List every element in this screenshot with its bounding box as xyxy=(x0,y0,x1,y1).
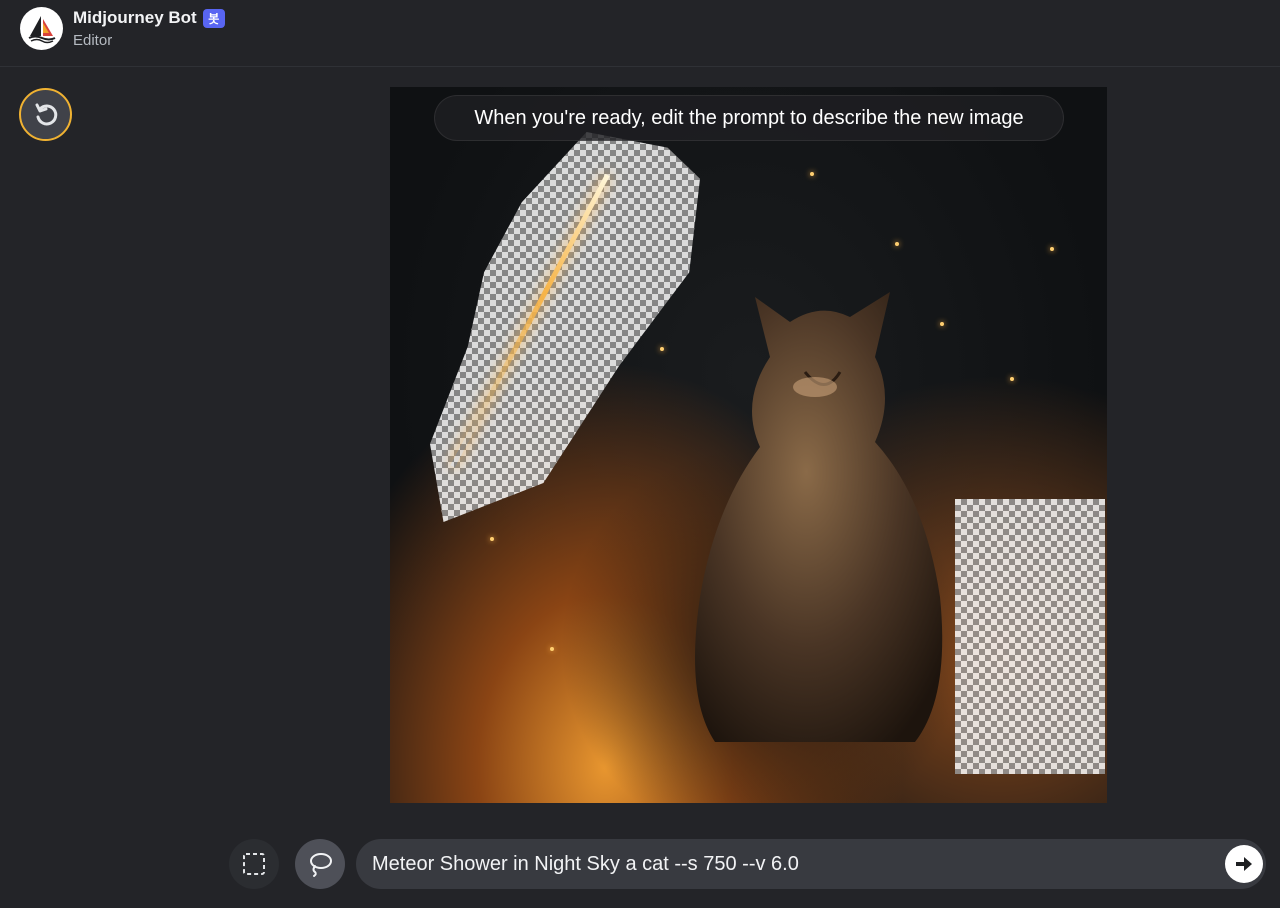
star xyxy=(810,172,814,176)
star xyxy=(660,347,664,351)
bot-subtitle: Editor xyxy=(73,32,113,49)
rectangle-select-icon xyxy=(243,853,265,875)
sailboat-logo-icon xyxy=(28,15,55,43)
star xyxy=(895,242,899,246)
prompt-bar xyxy=(356,839,1266,889)
editor-app: Midjourney Bot 봇 Editor When you're read… xyxy=(0,0,1280,908)
star xyxy=(1050,247,1054,251)
star xyxy=(550,647,554,651)
rectangle-select-button[interactable] xyxy=(229,839,279,889)
image-canvas[interactable]: When you're ready, edit the prompt to de… xyxy=(390,87,1107,803)
star xyxy=(490,537,494,541)
lasso-select-button[interactable] xyxy=(295,839,345,889)
send-button[interactable] xyxy=(1225,845,1263,883)
header: Midjourney Bot 봇 Editor xyxy=(0,0,1280,67)
bot-badge: 봇 xyxy=(202,8,225,28)
bot-name[interactable]: Midjourney Bot 봇 xyxy=(73,8,225,28)
editor-hint: When you're ready, edit the prompt to de… xyxy=(434,95,1064,141)
undo-icon xyxy=(35,103,57,125)
star xyxy=(1010,377,1014,381)
erased-region-streak[interactable] xyxy=(430,132,700,522)
erased-region-rect[interactable] xyxy=(955,499,1105,774)
bot-name-label: Midjourney Bot xyxy=(73,8,197,27)
arrow-right-icon xyxy=(1236,857,1252,871)
undo-button[interactable] xyxy=(19,88,72,141)
avatar[interactable] xyxy=(20,7,63,50)
lasso-icon xyxy=(310,853,332,877)
prompt-input[interactable] xyxy=(372,852,1225,876)
cat-silhouette xyxy=(695,292,943,742)
